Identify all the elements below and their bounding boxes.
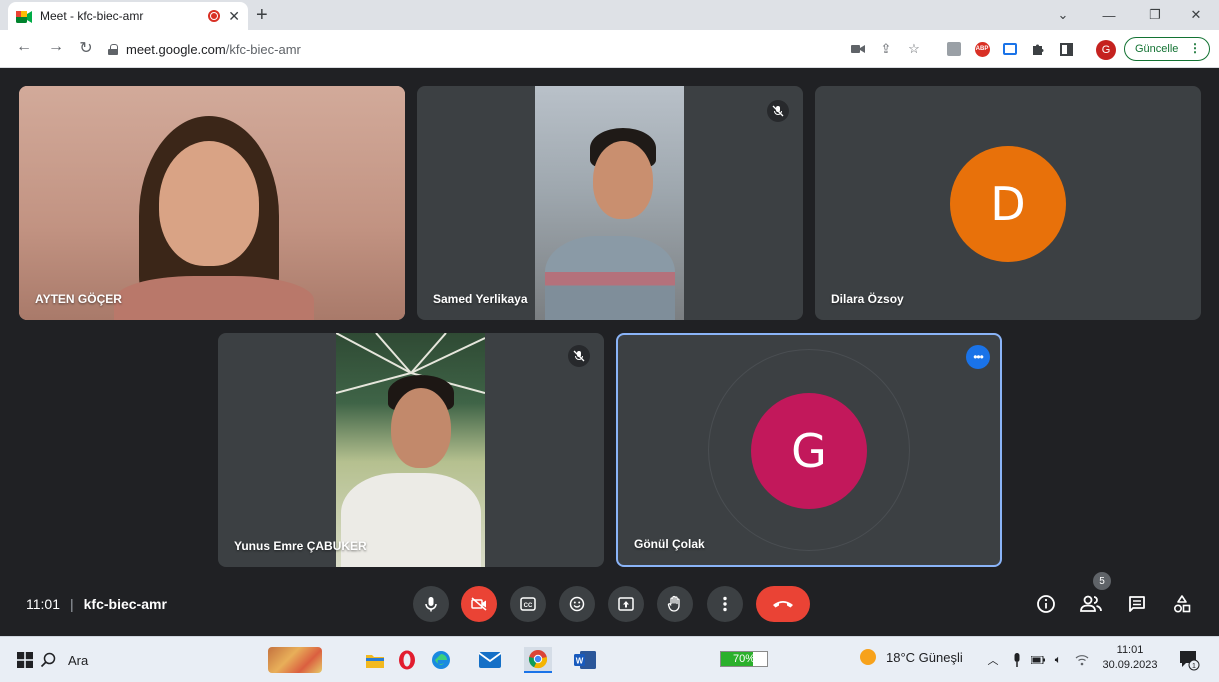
meeting-details-info-icon[interactable] [1034,592,1058,616]
tab-close-icon[interactable]: ✕ [228,8,240,25]
notification-center-icon[interactable]: 1 [1178,649,1200,676]
meeting-details: 11:01 | kfc-biec-amr [26,596,167,612]
clock-date: 30.09.2023 [1102,659,1158,671]
update-button-label: Güncelle [1135,43,1179,55]
participant-count-badge: 5 [1093,572,1111,590]
extension-pic-icon[interactable] [946,41,962,57]
edge-icon[interactable] [429,647,453,673]
participant-tile[interactable]: Yunus Emre ÇABUKER [218,333,604,567]
leave-call-button[interactable] [756,586,810,622]
search-icon [40,652,56,668]
tab-title: Meet - kfc-biec-amr [40,9,144,23]
browser-tab-strip: Meet - kfc-biec-amr ✕ + ⌄ — ❐ ✕ [0,0,1219,30]
battery-progress-bar: 70% [720,651,768,667]
participant-name: Gönül Çolak [634,537,705,551]
search-placeholder: Ara [68,652,89,668]
mail-icon[interactable] [478,647,502,673]
participant-avatar: G [751,393,867,509]
browser-menu-icon[interactable]: ⋮ [1189,41,1201,55]
meeting-separator: | [70,596,74,612]
clock-time: 11:01 [1116,644,1144,656]
participant-tile[interactable]: D Dilara Özsoy [815,86,1201,320]
participant-video [535,86,684,320]
close-window-icon[interactable]: ✕ [1173,0,1219,30]
activities-icon[interactable] [1170,592,1194,616]
browser-toolbar: ← → ↻ meet.google.com/kfc-biec-amr ⇪ ☆ A… [0,30,1219,68]
opera-icon[interactable] [396,647,418,673]
extensions-puzzle-icon[interactable] [1030,41,1046,57]
present-screen-button[interactable] [608,586,644,622]
captions-button[interactable]: CC [510,586,546,622]
participant-tile[interactable]: Samed Yerlikaya [417,86,803,320]
forward-icon[interactable]: → [46,38,66,56]
windows-start-icon[interactable] [14,647,36,673]
word-icon[interactable]: W [572,647,598,673]
lock-icon[interactable] [108,43,118,55]
raise-hand-button[interactable] [657,586,693,622]
participant-tile[interactable]: AYTEN GÖÇER [19,86,405,320]
meeting-time: 11:01 [26,596,60,612]
participant-tile[interactable]: G ••• Gönül Çolak [616,333,1002,567]
reload-icon[interactable]: ↻ [76,38,96,58]
meeting-code: kfc-biec-amr [83,596,167,612]
recording-indicator-icon [208,10,221,22]
autumn-widget-icon[interactable] [268,647,322,673]
browser-tab[interactable]: Meet - kfc-biec-amr ✕ [8,2,248,30]
participant-video [336,333,485,567]
progress-label: 70% [732,653,756,665]
reactions-button[interactable] [559,586,595,622]
side-panel-icon[interactable] [1058,41,1074,57]
participant-name: AYTEN GÖÇER [35,292,122,306]
address-bar[interactable]: meet.google.com/kfc-biec-amr [108,35,828,63]
bookmark-star-icon[interactable]: ☆ [906,41,922,57]
microphone-button[interactable] [413,586,449,622]
participant-name: Dilara Özsoy [831,292,904,306]
meet-control-bar: 11:01 | kfc-biec-amr CC [0,574,1219,636]
participant-name: Samed Yerlikaya [433,292,528,306]
more-options-button[interactable] [707,586,743,622]
back-icon[interactable]: ← [14,38,34,56]
weather-text: 18°C Güneşli [886,649,963,665]
wifi-icon[interactable] [1074,647,1090,673]
system-clock[interactable]: 11:01 30.09.2023 [1100,643,1160,673]
sun-icon [860,649,876,665]
adblock-icon[interactable]: ABP [974,41,990,57]
tab-search-icon[interactable]: ⌄ [1040,0,1086,30]
share-icon[interactable]: ⇪ [878,41,894,57]
update-button[interactable]: Güncelle ⋮ [1124,37,1210,61]
svg-text:1: 1 [1192,663,1196,670]
more-options-icon[interactable]: ••• [966,345,990,369]
restore-icon[interactable]: ❐ [1132,0,1178,30]
mic-in-use-icon[interactable] [1010,647,1024,673]
battery-icon[interactable] [1030,647,1046,673]
minimize-icon[interactable]: — [1086,0,1132,30]
taskbar-search[interactable]: Ara [40,645,280,675]
screen-record-extension-icon[interactable] [1002,41,1018,57]
new-tab-icon[interactable]: + [256,4,268,27]
weather-widget[interactable]: 18°C Güneşli [860,649,963,665]
windows-taskbar: Ara W 70% 18°C Güneşli ︿ 🔈︎ 11:01 30.09.… [0,636,1219,682]
file-explorer-icon[interactable] [364,647,386,673]
svg-text:CC: CC [524,603,533,609]
profile-avatar[interactable]: G [1096,40,1116,60]
tray-overflow-chevron-icon[interactable]: ︿ [986,647,1000,673]
camera-in-use-icon[interactable] [850,41,866,57]
people-icon[interactable] [1079,592,1103,616]
volume-icon[interactable]: 🔈︎ [1050,647,1066,673]
chat-icon[interactable] [1125,592,1149,616]
svg-text:W: W [576,656,584,665]
participant-avatar: D [950,146,1066,262]
meet-favicon-icon [16,10,32,23]
camera-off-button[interactable] [461,586,497,622]
participant-video [19,86,405,320]
url-text: meet.google.com/kfc-biec-amr [126,41,301,57]
chrome-icon[interactable] [524,647,552,673]
participant-name: Yunus Emre ÇABUKER [234,539,367,553]
muted-mic-icon [767,100,789,122]
muted-mic-icon [568,345,590,367]
